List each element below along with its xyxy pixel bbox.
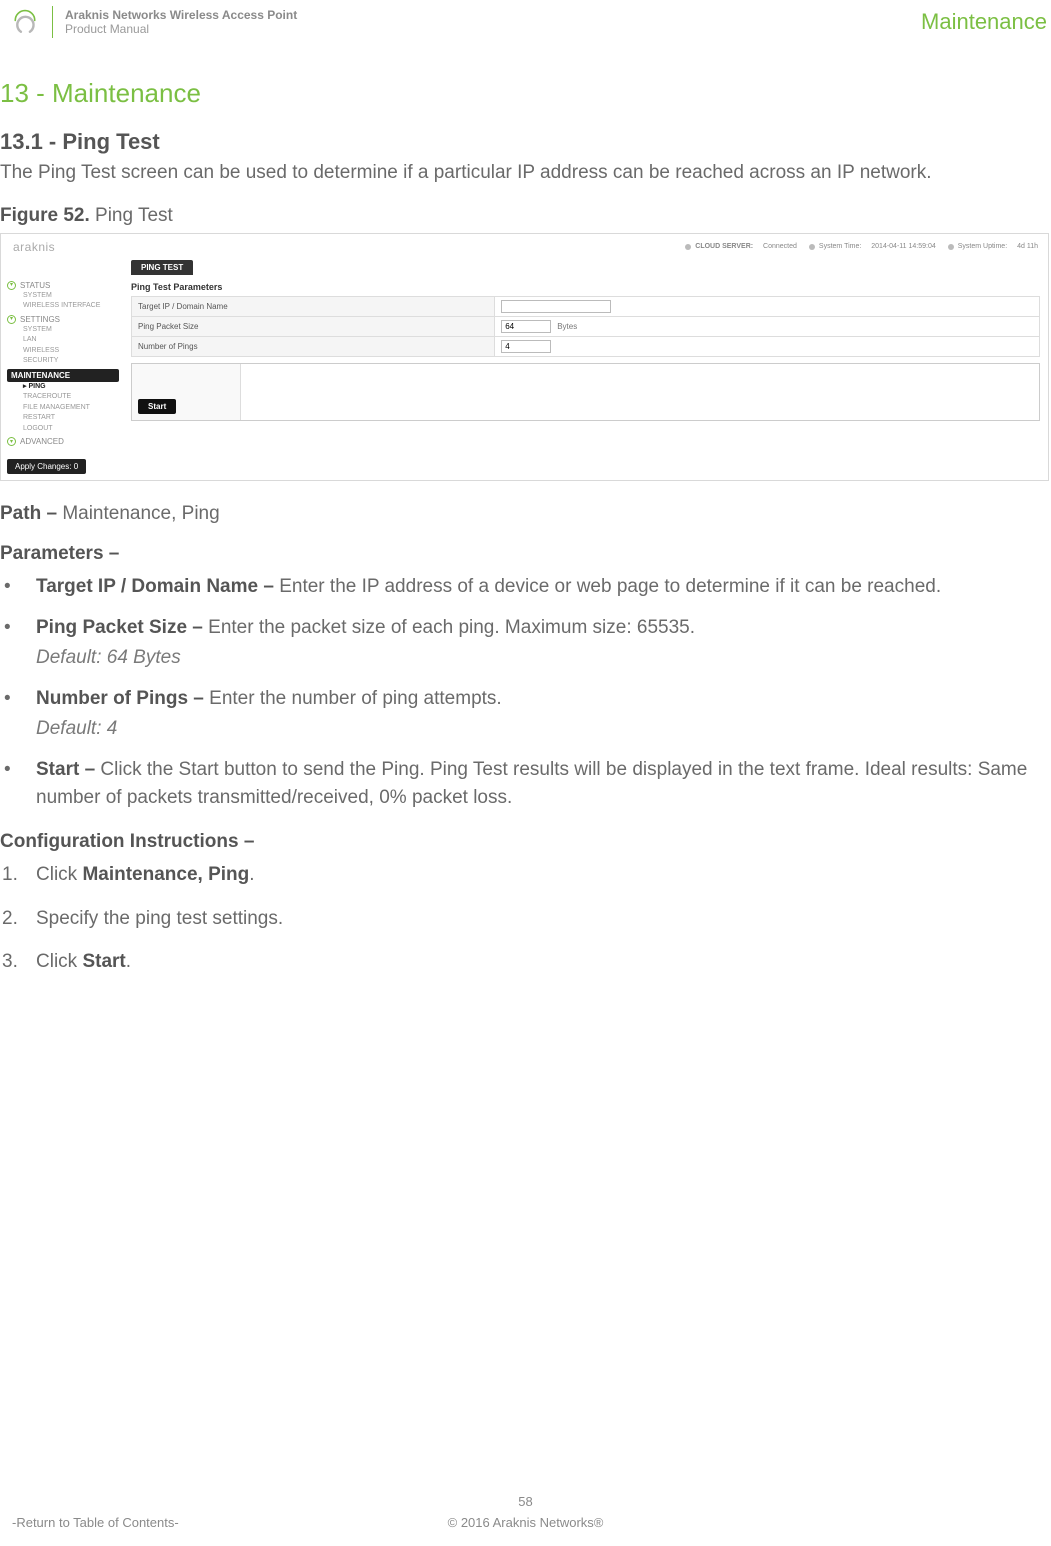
chevron-icon: ▾ (7, 315, 16, 324)
screenshot-active-tab: PING TEST (131, 260, 193, 275)
section-label: Maintenance (921, 9, 1051, 35)
param-name: Number of Pings – (36, 688, 204, 709)
param-name: Target IP / Domain Name – (36, 576, 274, 597)
page-number: 58 (0, 1494, 1051, 1509)
param-desc: Click the Start button to send the Ping.… (36, 759, 1027, 808)
ping-params-table: Target IP / Domain Name Ping Packet Size… (131, 296, 1040, 357)
param-desc: Enter the IP address of a device or web … (279, 576, 941, 597)
unit-label: Bytes (557, 322, 577, 331)
step-text: Specify the ping test settings. (36, 908, 283, 929)
nav-settings: ▾SETTINGS (7, 314, 119, 325)
list-item: Click Maintenance, Ping. (0, 861, 1049, 889)
step-text: Click (36, 864, 82, 885)
nav-maint-item: RESTART (7, 413, 119, 424)
status-cloud: CLOUD SERVER: Connected (685, 243, 797, 250)
param-name: Start – (36, 759, 95, 780)
product-subtitle: Product Manual (65, 22, 297, 36)
param-value-cell: Bytes (495, 316, 1040, 336)
config-steps: Click Maintenance, Ping. Specify the pin… (0, 861, 1049, 976)
screenshot-panel: Ping Test Parameters Target IP / Domain … (131, 282, 1040, 421)
status-uptime: System Uptime: 4d 11h (948, 243, 1038, 250)
table-row: Ping Packet Size Bytes (132, 316, 1040, 336)
step-text: Click (36, 951, 82, 972)
screenshot-topbar: araknis CLOUD SERVER: Connected System T… (1, 234, 1048, 260)
nav-settings-item: SECURITY (7, 356, 119, 367)
step-strong: Start (82, 951, 125, 972)
chevron-icon: ▾ (7, 437, 16, 446)
param-label: Number of Pings (132, 336, 495, 356)
product-title: Araknis Networks Wireless Access Point (65, 8, 297, 22)
intro-paragraph: The Ping Test screen can be used to dete… (0, 159, 1049, 187)
param-value-cell (495, 336, 1040, 356)
nav-settings-item: LAN (7, 335, 119, 346)
parameters-heading: Parameters – (0, 543, 1049, 565)
screenshot-brand: araknis (13, 240, 55, 254)
step-text: . (126, 951, 131, 972)
chapter-heading: 13 - Maintenance (0, 78, 1049, 109)
param-desc: Enter the packet size of each ping. Maxi… (208, 617, 695, 638)
path-label: Path – (0, 503, 57, 524)
path-value: Maintenance, Ping (62, 503, 219, 524)
list-item: Ping Packet Size – Enter the packet size… (0, 614, 1049, 671)
list-item: Click Start. (0, 948, 1049, 976)
apply-changes-button: Apply Changes: 0 (7, 459, 86, 474)
section-heading: 13.1 - Ping Test (0, 129, 1049, 155)
step-text: . (249, 864, 254, 885)
param-name: Ping Packet Size – (36, 617, 203, 638)
nav-maint-item: LOGOUT (7, 424, 119, 435)
brand-logo-icon (10, 7, 40, 37)
list-item: Specify the ping test settings. (0, 905, 1049, 933)
param-desc: Enter the number of ping attempts. (209, 688, 502, 709)
chevron-icon: ▾ (7, 281, 16, 290)
nav-status: ▾STATUS (7, 280, 119, 291)
nav-settings-item: SYSTEM (7, 325, 119, 336)
figure-screenshot: araknis CLOUD SERVER: Connected System T… (0, 233, 1049, 481)
target-input (501, 300, 611, 313)
start-button: Start (138, 399, 176, 414)
param-label: Target IP / Domain Name (132, 296, 495, 316)
nav-maint-item: ▸ PING (7, 382, 119, 393)
page-header: Araknis Networks Wireless Access Point P… (0, 0, 1051, 48)
results-frame: Start (131, 363, 1040, 421)
screenshot-sidebar: ▾STATUS SYSTEM WIRELESS INTERFACE ▾SETTI… (7, 280, 119, 450)
config-heading: Configuration Instructions – (0, 831, 1049, 853)
nav-maint-item: TRACEROUTE (7, 392, 119, 403)
nav-maint-item: FILE MANAGEMENT (7, 403, 119, 414)
list-item: Number of Pings – Enter the number of pi… (0, 685, 1049, 742)
copyright: © 2016 Araknis Networks® (448, 1515, 604, 1530)
param-default: Default: 4 (36, 715, 1049, 743)
figure-title: Ping Test (95, 205, 173, 226)
step-strong: Maintenance, Ping (82, 864, 249, 885)
parameters-list: Target IP / Domain Name – Enter the IP a… (0, 573, 1049, 812)
list-item: Start – Click the Start button to send t… (0, 756, 1049, 811)
page-footer: 58 -Return to Table of Contents- © 2016 … (0, 1494, 1051, 1530)
param-label: Ping Packet Size (132, 316, 495, 336)
nav-status-item: SYSTEM (7, 291, 119, 302)
panel-title: Ping Test Parameters (131, 282, 1040, 292)
ping-count-input (501, 340, 551, 353)
nav-status-item: WIRELESS INTERFACE (7, 301, 119, 312)
nav-settings-item: WIRELESS (7, 346, 119, 357)
status-time: System Time: 2014-04-11 14:59:04 (809, 243, 936, 250)
return-to-toc-link[interactable]: -Return to Table of Contents- (0, 1515, 179, 1530)
figure-number: Figure 52. (0, 205, 90, 226)
nav-maintenance: MAINTENANCE (7, 369, 119, 382)
header-divider (52, 6, 53, 38)
table-row: Number of Pings (132, 336, 1040, 356)
list-item: Target IP / Domain Name – Enter the IP a… (0, 573, 1049, 601)
param-default: Default: 64 Bytes (36, 644, 1049, 672)
packet-size-input (501, 320, 551, 333)
nav-advanced: ▾ADVANCED (7, 436, 119, 447)
screenshot-status-bar: CLOUD SERVER: Connected System Time: 201… (685, 243, 1048, 250)
header-titles: Araknis Networks Wireless Access Point P… (65, 8, 297, 36)
table-row: Target IP / Domain Name (132, 296, 1040, 316)
figure-caption: Figure 52. Ping Test (0, 205, 1049, 227)
path-line: Path – Maintenance, Ping (0, 503, 1049, 525)
param-value-cell (495, 296, 1040, 316)
